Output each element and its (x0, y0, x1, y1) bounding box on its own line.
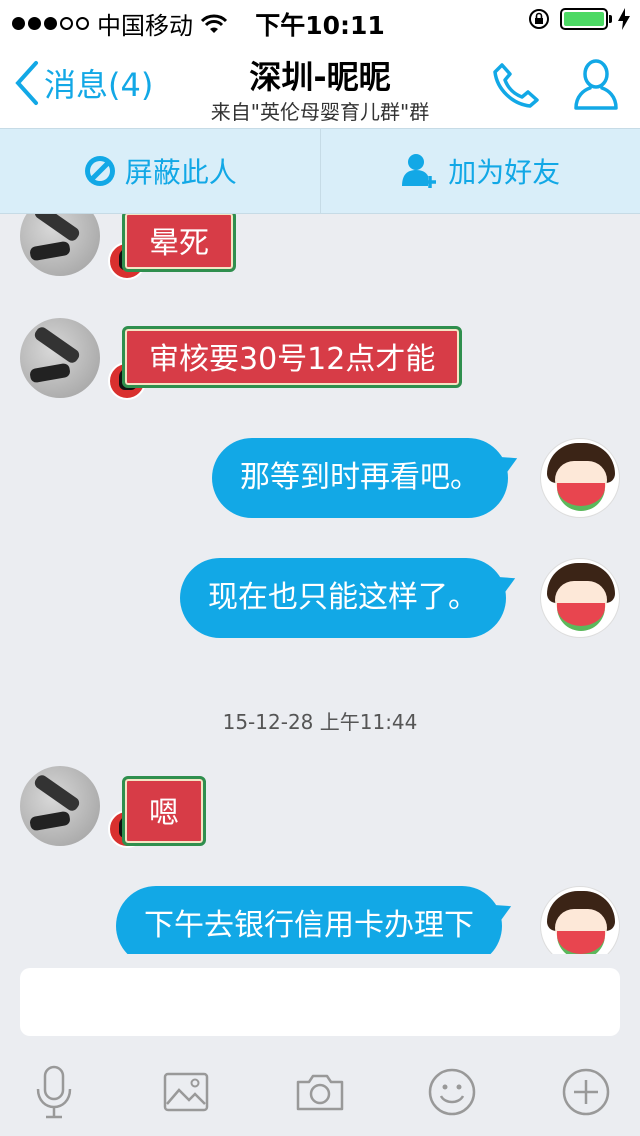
block-icon (84, 156, 115, 186)
sender-avatar[interactable] (20, 318, 100, 398)
back-label: 消息(4) (44, 66, 154, 104)
status-right (528, 8, 630, 30)
input-toolbar (0, 1052, 640, 1136)
status-bar: 中国移动 下午10:11 (0, 0, 640, 40)
person-icon (574, 59, 618, 110)
page-title: 深圳-昵昵 (249, 58, 391, 96)
message-bubble[interactable]: 那等到时再看吧。 (212, 438, 508, 518)
charging-icon (618, 8, 630, 30)
nav-bar: 消息(4) 深圳-昵昵 来自"英伦母婴育儿群"群 (0, 40, 640, 128)
message-bubble[interactable]: 晕死 (122, 214, 236, 272)
rotation-lock-icon (529, 9, 549, 29)
sender-avatar[interactable] (20, 214, 100, 276)
action-bar: 屏蔽此人 加为好友 (0, 128, 640, 214)
my-avatar[interactable] (540, 438, 620, 518)
back-button[interactable]: 消息(4) (14, 60, 153, 106)
phone-icon (493, 63, 539, 108)
call-button[interactable] (492, 62, 540, 112)
message-input[interactable] (20, 968, 620, 1036)
message-bubble[interactable]: 嗯 (122, 776, 206, 846)
microphone-icon (36, 1065, 72, 1119)
add-friend-label: 加为好友 (448, 156, 561, 189)
emoji-icon (428, 1068, 476, 1116)
my-avatar[interactable] (540, 558, 620, 638)
my-avatar[interactable] (540, 886, 620, 954)
camera-icon (296, 1074, 344, 1111)
chat-timestamp: 15-12-28 上午11:44 (222, 710, 418, 734)
block-user-button[interactable]: 屏蔽此人 (0, 129, 320, 213)
camera-button[interactable] (290, 1062, 350, 1122)
image-icon (163, 1072, 209, 1112)
chat-area[interactable]: 晕死 审核要30号12点才能 那等到时再看吧。 现在也只能这样了。 15-12-… (0, 214, 640, 954)
battery-icon (560, 8, 612, 30)
emoji-button[interactable] (422, 1062, 482, 1122)
message-bubble[interactable]: 现在也只能这样了。 (180, 558, 506, 638)
voice-button[interactable] (24, 1062, 84, 1122)
plus-icon (562, 1068, 610, 1116)
sender-avatar[interactable] (20, 766, 100, 846)
message-bubble[interactable]: 下午去银行信用卡办理下 (116, 886, 502, 954)
page-subtitle: 来自"英伦母婴育儿群"群 (210, 100, 430, 124)
block-user-label: 屏蔽此人 (124, 156, 237, 189)
add-friend-icon (402, 154, 437, 188)
input-area (0, 954, 640, 1136)
image-button[interactable] (156, 1062, 216, 1122)
profile-button[interactable] (572, 58, 620, 114)
message-bubble[interactable]: 审核要30号12点才能 (122, 326, 463, 388)
more-button[interactable] (556, 1062, 616, 1122)
chevron-left-icon (15, 61, 38, 105)
add-friend-button[interactable]: 加为好友 (321, 129, 640, 213)
